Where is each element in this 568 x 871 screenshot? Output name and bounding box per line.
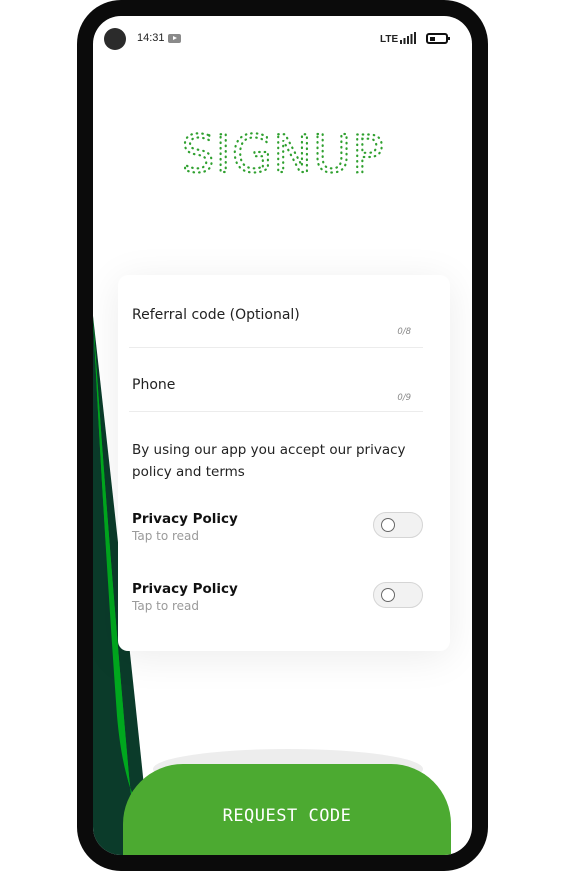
toggle-knob bbox=[381, 518, 395, 532]
battery-icon bbox=[426, 33, 450, 44]
privacy-policy-row: Privacy Policy Tap to read bbox=[132, 511, 426, 545]
signal-icon bbox=[400, 32, 416, 44]
app-screen: 14:31 LTE SIGNUP Referral code (Optional… bbox=[93, 16, 472, 855]
privacy-policy-subtitle[interactable]: Tap to read bbox=[132, 529, 199, 543]
network-type: LTE bbox=[380, 34, 399, 45]
svg-text:SIGNUP: SIGNUP bbox=[182, 125, 385, 184]
phone-label: Phone bbox=[132, 377, 176, 393]
youtube-icon bbox=[168, 34, 181, 43]
referral-code-label: Referral code (Optional) bbox=[132, 307, 300, 323]
privacy-policy-title[interactable]: Privacy Policy bbox=[132, 511, 238, 527]
toggle-knob bbox=[381, 588, 395, 602]
signup-form-card: Referral code (Optional) 0/8 Phone 0/9 B… bbox=[118, 275, 450, 651]
privacy-policy-subtitle-2[interactable]: Tap to read bbox=[132, 599, 199, 613]
camera-icon bbox=[104, 28, 126, 50]
status-bar: 14:31 LTE bbox=[93, 16, 472, 60]
phone-counter: 0/9 bbox=[397, 393, 411, 403]
terms-text: By using our app you accept our privacy … bbox=[132, 442, 406, 480]
referral-code-field[interactable]: Referral code (Optional) 0/8 bbox=[129, 295, 423, 348]
status-time: 14:31 bbox=[137, 32, 165, 44]
privacy-policy-toggle-2[interactable] bbox=[373, 582, 423, 608]
request-code-button[interactable]: REQUEST CODE bbox=[123, 764, 451, 855]
privacy-policy-row-2: Privacy Policy Tap to read bbox=[132, 581, 426, 615]
privacy-policy-title-2[interactable]: Privacy Policy bbox=[132, 581, 238, 597]
referral-code-counter: 0/8 bbox=[397, 327, 411, 337]
page-title: SIGNUP bbox=[180, 124, 385, 184]
privacy-policy-toggle[interactable] bbox=[373, 512, 423, 538]
phone-field[interactable]: Phone 0/9 bbox=[129, 363, 423, 412]
